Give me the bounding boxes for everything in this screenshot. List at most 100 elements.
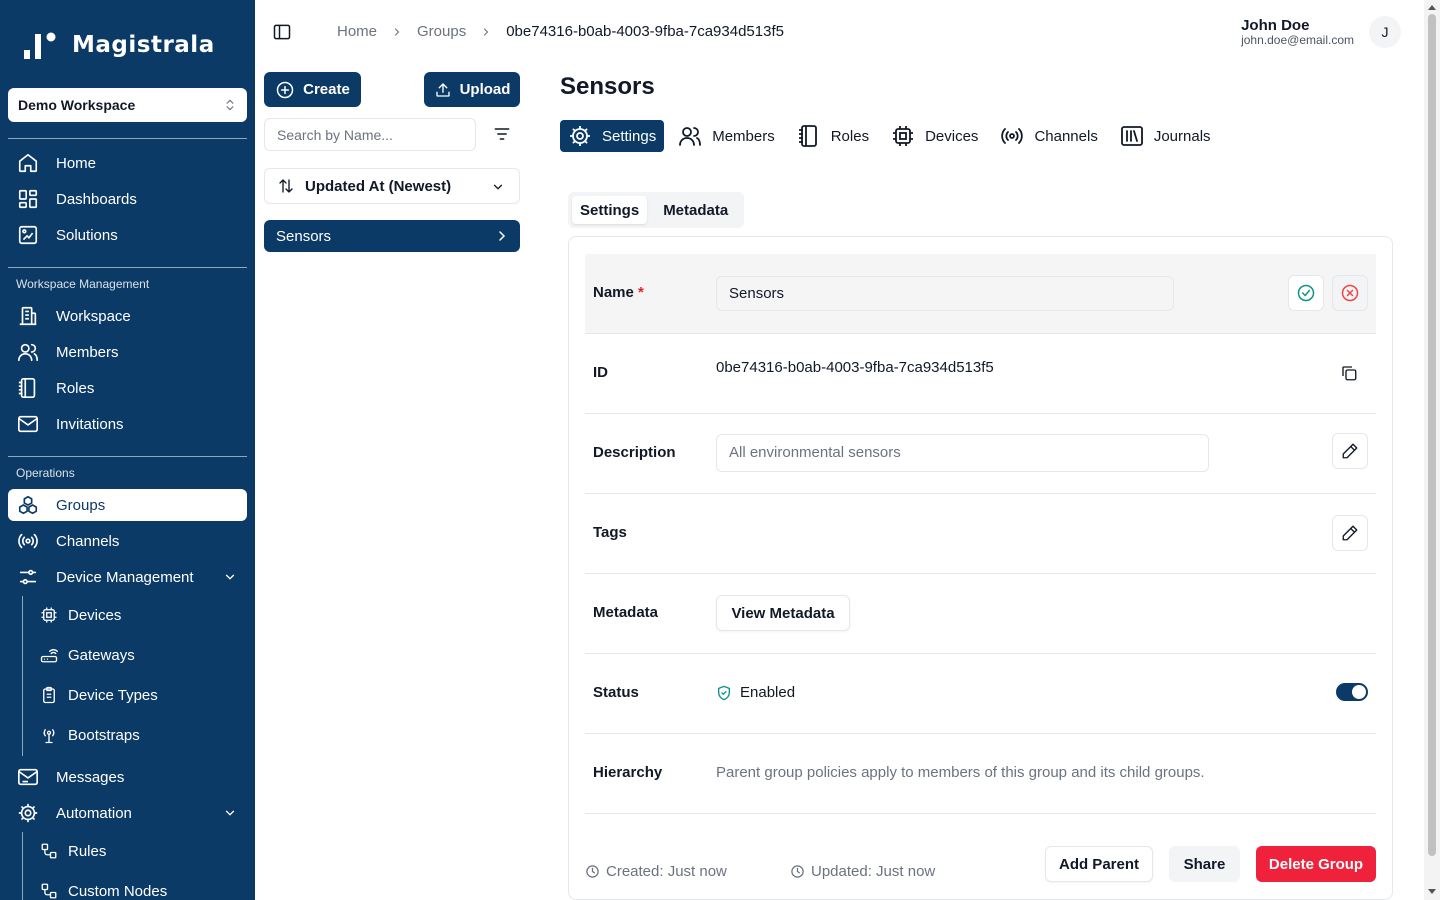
status-row: Status Enabled — [585, 654, 1376, 734]
section-label-workspace-management: Workspace Management — [16, 277, 150, 291]
hierarchy-description: Parent group policies apply to members o… — [716, 764, 1205, 781]
breadcrumb-groups-link[interactable]: Groups — [417, 23, 466, 40]
toggle-knob — [1352, 685, 1366, 699]
tab-label: Roles — [830, 127, 870, 145]
sidebar-item-automation[interactable]: Automation — [8, 797, 247, 829]
sidebar-item-solutions[interactable]: Solutions — [8, 219, 247, 251]
sidebar-item-label: Messages — [56, 768, 125, 786]
breadcrumb-home-link[interactable]: Home — [337, 23, 377, 40]
settings-subtabs: Settings Metadata — [568, 192, 744, 228]
tab-settings[interactable]: Settings — [560, 120, 665, 152]
sidebar-item-roles[interactable]: Roles — [8, 372, 247, 404]
metadata-row: Metadata View Metadata — [585, 574, 1376, 654]
sidebar-toggle-button[interactable] — [272, 22, 292, 42]
sidebar-item-channels[interactable]: Channels — [8, 525, 247, 557]
save-name-button[interactable] — [1288, 275, 1324, 311]
sliders-icon — [16, 565, 40, 589]
chevron-down-icon — [493, 184, 503, 190]
sort-arrows-icon — [279, 179, 293, 193]
delete-group-button[interactable]: Delete Group — [1256, 846, 1376, 882]
mail-icon — [16, 412, 40, 436]
radio-icon — [1000, 124, 1024, 148]
clock-icon — [586, 865, 599, 878]
sidebar-subitem-bootstraps[interactable]: Bootstraps — [40, 719, 140, 751]
create-button[interactable]: Create — [264, 72, 361, 107]
create-button-label: Create — [303, 81, 350, 98]
sidebar-item-label: Device Management — [56, 568, 194, 586]
tab-label: Journals — [1153, 127, 1211, 145]
page-scrollbar[interactable] — [1424, 0, 1440, 900]
subtab-settings[interactable]: Settings — [572, 196, 648, 224]
sort-select-value: Updated At (Newest) — [305, 177, 452, 195]
edit-description-button[interactable] — [1332, 433, 1368, 469]
submenu-guide-line — [22, 596, 23, 756]
sidebar-subitem-custom-nodes[interactable]: Custom Nodes — [40, 875, 167, 900]
list-item[interactable]: Sensors — [264, 220, 520, 252]
cancel-name-button[interactable] — [1332, 275, 1368, 311]
chevron-down-icon — [225, 574, 235, 580]
gear-icon — [568, 124, 592, 148]
workspace-select[interactable]: Demo Workspace — [8, 88, 247, 122]
tab-label: Devices — [925, 127, 979, 145]
avatar[interactable]: J — [1369, 16, 1401, 48]
tab-devices[interactable]: Devices — [883, 120, 986, 152]
sidebar-divider — [8, 267, 247, 268]
metadata-label: Metadata — [593, 604, 659, 621]
sidebar-divider — [8, 138, 247, 139]
sidebar-item-groups[interactable]: Groups — [8, 489, 247, 521]
tab-roles[interactable]: Roles — [789, 120, 877, 152]
sidebar-item-label: Groups — [56, 496, 106, 514]
sidebar-item-members[interactable]: Members — [8, 336, 247, 368]
workspace-select-value: Demo Workspace — [18, 97, 136, 113]
dashboard-icon — [16, 187, 40, 211]
share-button[interactable]: Share — [1169, 846, 1240, 882]
notebook-icon — [797, 124, 821, 148]
groups-icon — [16, 493, 40, 517]
app-name: Magistrala — [72, 32, 215, 58]
sidebar-subitem-label: Rules — [68, 842, 107, 860]
breadcrumb: Home Groups 0be74316-b0ab-4003-9fba-7ca9… — [337, 23, 784, 40]
chevron-right-icon — [484, 27, 489, 36]
sidebar-subitem-gateways[interactable]: Gateways — [40, 639, 135, 671]
sidebar-item-messages[interactable]: Messages — [8, 761, 247, 793]
upload-button[interactable]: Upload — [424, 72, 520, 107]
copy-id-button[interactable] — [1340, 364, 1358, 382]
chevron-right-icon — [499, 231, 506, 241]
sidebar: Magistrala Demo Workspace Home Dashboard… — [0, 0, 255, 900]
scrollbar-thumb[interactable] — [1428, 14, 1436, 856]
view-metadata-button[interactable]: View Metadata — [716, 595, 850, 631]
tab-members[interactable]: Members — [670, 120, 783, 152]
tab-journals[interactable]: Journals — [1112, 120, 1219, 152]
sidebar-divider — [8, 456, 247, 457]
description-field[interactable] — [716, 434, 1209, 472]
subtab-metadata[interactable]: Metadata — [655, 196, 736, 224]
sidebar-item-workspace[interactable]: Workspace — [8, 300, 247, 332]
tab-label: Settings — [602, 127, 657, 145]
search-input[interactable] — [264, 118, 476, 151]
status-toggle[interactable] — [1336, 683, 1368, 701]
tab-channels[interactable]: Channels — [992, 120, 1105, 152]
sidebar-item-label: Channels — [56, 532, 120, 550]
sidebar-subitem-devices[interactable]: Devices — [40, 599, 121, 631]
plus-circle-icon — [276, 81, 294, 98]
sidebar-item-invitations[interactable]: Invitations — [8, 408, 247, 440]
filter-button[interactable] — [492, 124, 512, 144]
name-field[interactable] — [716, 276, 1174, 311]
sidebar-item-home[interactable]: Home — [8, 147, 247, 179]
user-info[interactable]: John Doe john.doe@email.com — [1241, 17, 1354, 47]
app-logo[interactable]: Magistrala — [22, 30, 215, 60]
edit-tags-button[interactable] — [1332, 515, 1368, 551]
sidebar-item-dashboards[interactable]: Dashboards — [8, 183, 247, 215]
sidebar-item-device-management[interactable]: Device Management — [8, 561, 247, 593]
solutions-icon — [16, 223, 40, 247]
add-parent-button[interactable]: Add Parent — [1045, 846, 1153, 882]
name-label-text: Name — [593, 284, 634, 301]
sidebar-subitem-label: Device Types — [68, 686, 158, 704]
sidebar-subitem-device-types[interactable]: Device Types — [40, 679, 158, 711]
scroll-down-arrow[interactable] — [1428, 889, 1436, 894]
chevron-down-icon — [225, 810, 235, 816]
scroll-up-arrow[interactable] — [1428, 5, 1436, 10]
id-value: 0be74316-b0ab-4003-9fba-7ca934d513f5 — [716, 359, 994, 376]
sidebar-subitem-rules[interactable]: Rules — [40, 835, 106, 867]
sort-select[interactable]: Updated At (Newest) — [264, 168, 520, 204]
